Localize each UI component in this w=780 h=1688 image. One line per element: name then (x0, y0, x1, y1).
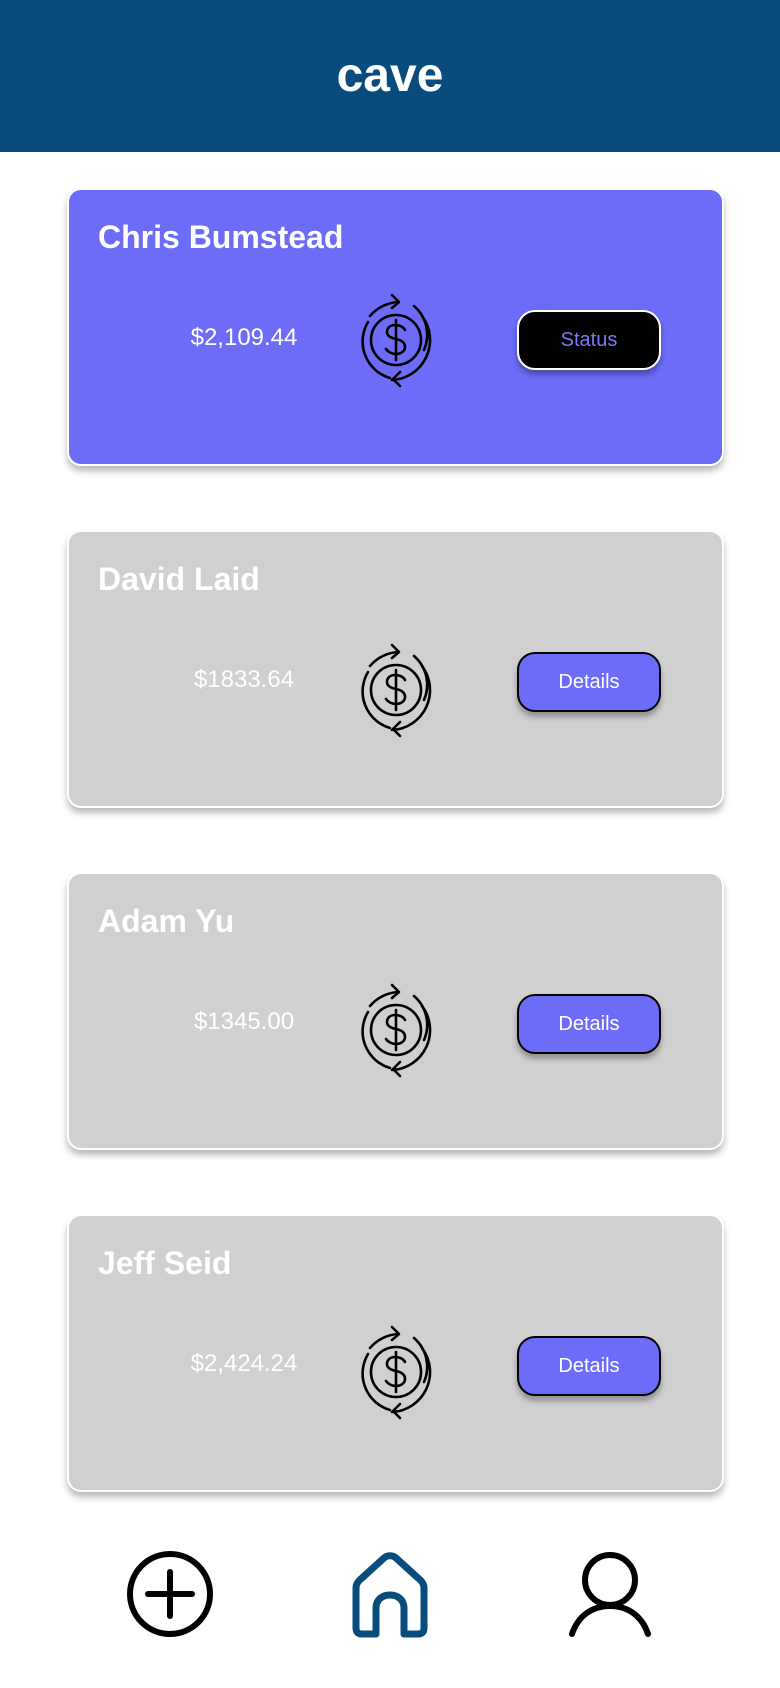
dollar-refresh-icon (352, 1324, 440, 1420)
card-name: Adam Yu (98, 903, 235, 939)
status-button[interactable]: Status (517, 310, 661, 370)
dollar-refresh-icon (352, 292, 440, 388)
account-card-adam-yu[interactable]: Adam Yu $1345.00 Details (67, 872, 724, 1150)
profile-button[interactable] (564, 1548, 656, 1640)
card-name: Chris Bumstead (98, 219, 344, 255)
dollar-refresh-icon (352, 642, 440, 738)
dollar-refresh-icon (352, 982, 440, 1078)
app-screen: cave Chris Bumstead $2,109.44 Status Dav… (0, 0, 780, 1688)
app-header: cave (0, 0, 780, 152)
details-button[interactable]: Details (517, 1336, 661, 1396)
home-button[interactable] (344, 1548, 436, 1640)
details-button[interactable]: Details (517, 994, 661, 1054)
plus-circle-icon (127, 1551, 213, 1637)
account-card-david-laid[interactable]: David Laid $1833.64 Details (67, 530, 724, 808)
user-icon (569, 1552, 651, 1637)
account-card-jeff-seid[interactable]: Jeff Seid $2,424.24 Details (67, 1214, 724, 1492)
app-title: cave (336, 49, 444, 102)
card-amount: $2,109.44 (190, 324, 298, 351)
home-icon (352, 1552, 428, 1638)
account-card-chris-bumstead[interactable]: Chris Bumstead $2,109.44 Status (67, 188, 724, 466)
details-button[interactable]: Details (517, 652, 661, 712)
card-amount: $2,424.24 (190, 1350, 298, 1377)
card-name: Jeff Seid (98, 1245, 232, 1281)
card-amount: $1345.00 (193, 1008, 295, 1035)
add-button[interactable] (124, 1548, 216, 1640)
bottom-nav (0, 1530, 780, 1650)
card-name: David Laid (98, 561, 260, 597)
card-amount: $1833.64 (193, 666, 295, 693)
